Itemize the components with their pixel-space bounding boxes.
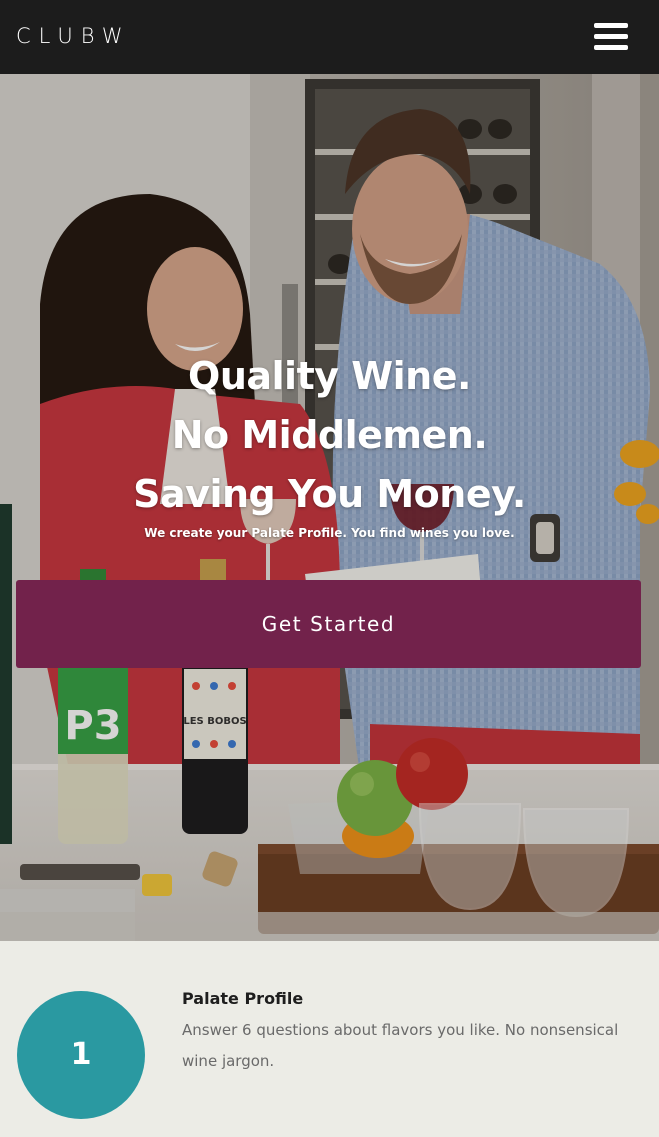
step-description: Answer 6 questions about flavors you lik… <box>182 1021 619 1070</box>
hero-subheadline: We create your Palate Profile. You find … <box>144 526 515 540</box>
hamburger-menu-icon[interactable] <box>592 20 630 54</box>
menu-bar-line <box>594 23 628 28</box>
hero-section: P3 LES BOBOS Quality Wine. No Middlemen.… <box>0 74 659 941</box>
club-w-logo[interactable]: CLUBW <box>16 22 130 50</box>
headline-line: Saving You Money. <box>133 472 526 517</box>
step-title: Palate Profile <box>182 989 304 1008</box>
step-number-badge: 1 <box>17 991 145 1119</box>
how-it-works-steps: 1 Palate Profile Answer 6 questions abou… <box>0 941 659 1137</box>
top-navigation-bar: CLUBW <box>0 0 659 74</box>
menu-bar-line <box>594 45 628 50</box>
hero-headline: Quality Wine. No Middlemen. Saving You M… <box>0 347 659 524</box>
headline-line: Quality Wine. <box>188 354 471 399</box>
menu-bar-line <box>594 34 628 39</box>
headline-line: No Middlemen. <box>171 413 488 458</box>
get-started-button[interactable]: Get Started <box>16 580 641 668</box>
